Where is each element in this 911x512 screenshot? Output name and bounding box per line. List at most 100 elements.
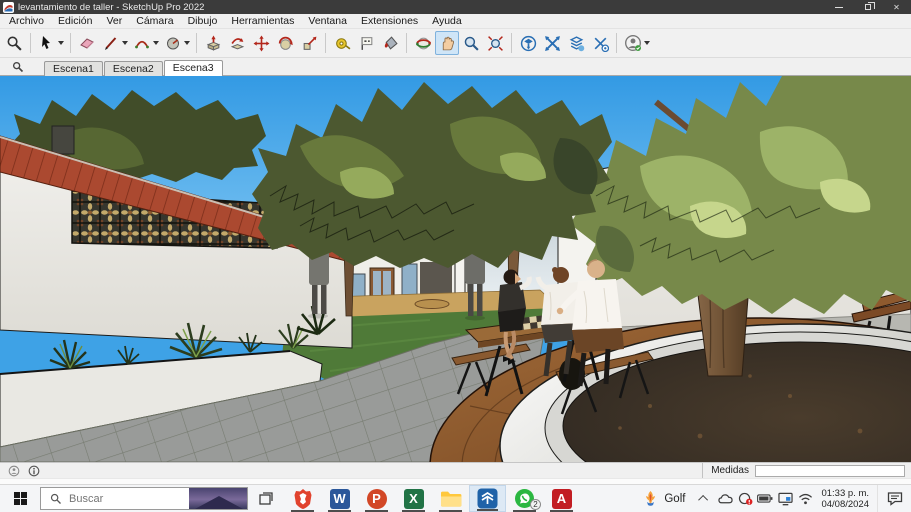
select-dropdown[interactable]: [58, 41, 64, 45]
windows-logo-icon: [14, 492, 27, 505]
taskbar-search[interactable]: [40, 487, 248, 510]
zoom-extents-icon: [487, 35, 504, 52]
rotate-tool[interactable]: [273, 31, 297, 55]
news-widget[interactable]: Golf: [635, 485, 693, 512]
tab-escena3[interactable]: Escena3: [164, 60, 223, 76]
taskbar-app-autocad[interactable]: A: [543, 485, 580, 512]
follow-me-icon: [229, 35, 246, 52]
autocad-icon: A: [552, 489, 572, 509]
3d-warehouse-button[interactable]: [516, 31, 540, 55]
task-view-button[interactable]: [248, 485, 284, 512]
tray-battery[interactable]: [755, 485, 775, 512]
menu-archivo[interactable]: Archivo: [2, 14, 51, 29]
pan-tool[interactable]: [435, 31, 459, 55]
viewport-3d[interactable]: [0, 76, 911, 462]
menu-ayuda[interactable]: Ayuda: [425, 14, 469, 29]
taskbar: W P X 2 A Golf: [0, 484, 911, 512]
zoom-tool[interactable]: [459, 31, 483, 55]
search-overlay-button[interactable]: [6, 59, 30, 75]
tray-sync-alert[interactable]: [735, 485, 755, 512]
menu-dibujo[interactable]: Dibujo: [181, 14, 225, 29]
shapes-dropdown[interactable]: [184, 41, 190, 45]
select-tool[interactable]: [35, 31, 59, 55]
medidas-input[interactable]: [755, 465, 905, 477]
extension-warehouse-icon: [592, 35, 609, 52]
credits-button[interactable]: [27, 464, 41, 478]
push-pull-icon: [205, 35, 222, 52]
taskbar-app-word[interactable]: W: [321, 485, 358, 512]
arc-tool[interactable]: [130, 31, 154, 55]
menu-ventana[interactable]: Ventana: [301, 14, 354, 29]
eraser-icon: [79, 35, 95, 51]
menu-ver[interactable]: Ver: [99, 14, 129, 29]
close-button[interactable]: ✕: [882, 0, 911, 14]
menu-edicion[interactable]: Edición: [51, 14, 99, 29]
brave-icon: [293, 488, 313, 510]
battery-icon: [757, 493, 773, 504]
orbit-icon: [415, 35, 432, 52]
menu-extensiones[interactable]: Extensiones: [354, 14, 425, 29]
tape-measure-icon: [334, 35, 351, 52]
taskbar-clock[interactable]: 01:33 p. m. 04/08/2024: [815, 485, 877, 512]
push-pull-tool[interactable]: [201, 31, 225, 55]
menu-bar: Archivo Edición Ver Cámara Dibujo Herram…: [0, 14, 911, 29]
line-dropdown[interactable]: [122, 41, 128, 45]
minimize-button[interactable]: [824, 0, 853, 14]
tray-onedrive[interactable]: [715, 485, 735, 512]
search-weather-image: [189, 488, 247, 509]
taskbar-app-brave[interactable]: [284, 485, 321, 512]
status-bar: Medidas: [0, 462, 911, 478]
taskbar-app-sketchup[interactable]: [469, 485, 506, 512]
clock-time: 01:33 p. m.: [821, 488, 869, 499]
tray-expand-button[interactable]: [693, 485, 715, 512]
move-tool[interactable]: [249, 31, 273, 55]
info-icon: [28, 465, 40, 477]
geolocation-button[interactable]: [7, 464, 21, 478]
account-button[interactable]: [621, 31, 645, 55]
restore-button[interactable]: [853, 0, 882, 14]
eraser-tool[interactable]: [75, 31, 99, 55]
orbit-tool[interactable]: [411, 31, 435, 55]
scale-tool[interactable]: [297, 31, 321, 55]
monitor-icon: [778, 492, 793, 506]
paint-bucket-tool[interactable]: [378, 31, 402, 55]
whatsapp-badge: 2: [530, 499, 541, 510]
arc-icon: [134, 35, 150, 51]
share-model-button[interactable]: [540, 31, 564, 55]
line-tool[interactable]: [99, 31, 123, 55]
menu-camara[interactable]: Cámara: [129, 14, 180, 29]
share-component-button[interactable]: [564, 31, 588, 55]
taskbar-app-excel[interactable]: X: [395, 485, 432, 512]
search-icon: [12, 61, 24, 73]
pan-hand-icon: [439, 35, 456, 52]
taskbar-app-file-explorer[interactable]: [432, 485, 469, 512]
arc-dropdown[interactable]: [153, 41, 159, 45]
search-sketchup-button[interactable]: [2, 31, 26, 55]
text-label-icon: [358, 35, 375, 52]
file-explorer-icon: [440, 490, 462, 508]
widget-label: Golf: [664, 493, 685, 505]
extension-warehouse-button[interactable]: [588, 31, 612, 55]
tab-escena1[interactable]: Escena1: [44, 61, 103, 76]
follow-me-tool[interactable]: [225, 31, 249, 55]
start-button[interactable]: [0, 485, 40, 512]
account-dropdown[interactable]: [644, 41, 650, 45]
tab-escena2[interactable]: Escena2: [104, 61, 163, 76]
desktop: levantamiento de taller - SketchUp Pro 2…: [0, 0, 911, 512]
search-icon: [6, 35, 23, 52]
menu-herramientas[interactable]: Herramientas: [224, 14, 301, 29]
action-center-button[interactable]: [877, 485, 911, 512]
tray-display[interactable]: [775, 485, 795, 512]
taskbar-app-whatsapp[interactable]: 2: [506, 485, 543, 512]
search-input[interactable]: [69, 493, 179, 505]
share-component-icon: [568, 35, 585, 52]
taskbar-app-powerpoint[interactable]: P: [358, 485, 395, 512]
text-tool[interactable]: [354, 31, 378, 55]
zoom-extents-tool[interactable]: [483, 31, 507, 55]
sync-alert-icon: [738, 491, 753, 506]
3d-warehouse-icon: [520, 35, 537, 52]
clock-date: 04/08/2024: [821, 499, 869, 510]
tray-wifi[interactable]: [795, 485, 815, 512]
shapes-tool[interactable]: [161, 31, 185, 55]
tape-measure-tool[interactable]: [330, 31, 354, 55]
